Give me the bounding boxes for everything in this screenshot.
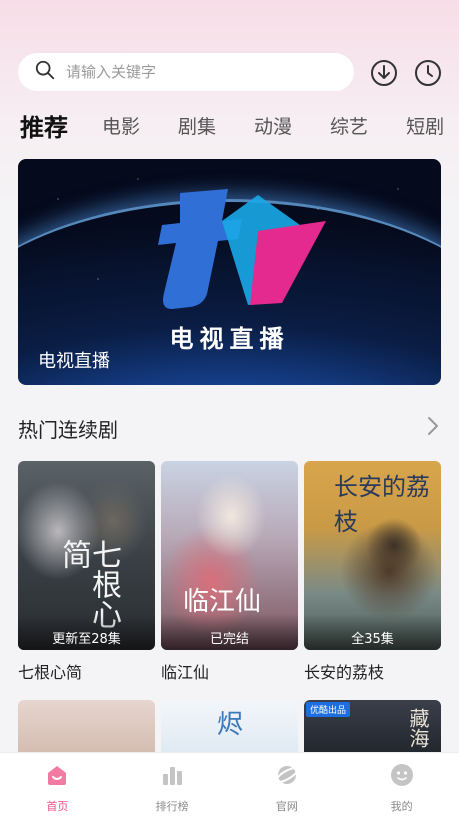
home-icon	[44, 762, 70, 792]
search-box[interactable]	[18, 53, 354, 91]
drama-title[interactable]: 临江仙	[161, 659, 298, 683]
history-clock-icon[interactable]	[414, 59, 442, 87]
chevron-right-icon[interactable]	[425, 415, 441, 441]
section-header[interactable]: 热门连续剧	[18, 414, 441, 442]
poster-title-art: 藏海	[406, 708, 430, 748]
search-icon	[34, 59, 56, 85]
drama-poster[interactable]	[18, 700, 155, 760]
tab-anime[interactable]: 动漫	[254, 112, 292, 139]
profile-icon	[389, 762, 415, 792]
drama-title[interactable]: 长安的荔枝	[304, 659, 441, 683]
drama-card[interactable]: 七根心简 更新至28集 七根心简	[18, 461, 155, 683]
episode-badge: 全35集	[304, 614, 441, 650]
drama-card-list-row2: 烬 优酷出品 藏海	[18, 700, 441, 760]
nav-ranking[interactable]: 排行榜	[115, 753, 230, 816]
nav-home[interactable]: 首页	[0, 753, 115, 816]
tab-series[interactable]: 剧集	[178, 112, 216, 139]
tv-logo-icon	[158, 189, 326, 309]
nav-label: 首页	[46, 800, 69, 813]
nav-label: 排行榜	[155, 800, 189, 813]
search-row	[18, 53, 441, 91]
bottom-nav: 首页 排行榜 官网 我的	[0, 752, 459, 816]
drama-card[interactable]: 临江仙 已完结 临江仙	[161, 461, 298, 683]
tab-short-drama[interactable]: 短剧	[406, 112, 444, 139]
download-icon[interactable]	[370, 59, 398, 87]
nav-label: 我的	[390, 800, 413, 813]
poster-title-art: 长安的荔枝	[334, 473, 430, 536]
nav-official-site[interactable]: 官网	[230, 753, 345, 816]
search-input[interactable]	[66, 63, 316, 81]
drama-poster[interactable]: 优酷出品 藏海	[304, 700, 441, 760]
drama-poster[interactable]: 临江仙 已完结	[161, 461, 298, 650]
drama-poster[interactable]: 长安的荔枝 全35集	[304, 461, 441, 650]
tab-variety[interactable]: 综艺	[330, 112, 368, 139]
section-title: 热门连续剧	[18, 417, 118, 442]
tab-recommend[interactable]: 推荐	[20, 108, 68, 143]
episode-badge: 更新至28集	[18, 614, 155, 650]
poster-title-art: 临江仙	[183, 587, 262, 617]
category-tabs: 推荐 电影 剧集 动漫 综艺 短剧	[20, 108, 459, 142]
poster-title-art: 烬	[217, 710, 244, 740]
banner-caption: 电视直播	[38, 351, 110, 372]
nav-label: 官网	[275, 800, 298, 813]
live-tv-banner[interactable]: 电视直播 电视直播	[18, 159, 441, 385]
drama-poster[interactable]: 七根心简 更新至28集	[18, 461, 155, 650]
drama-poster[interactable]: 烬	[161, 700, 298, 760]
episode-badge: 已完结	[161, 614, 298, 650]
planet-icon	[274, 762, 300, 792]
tab-movies[interactable]: 电影	[102, 112, 140, 139]
drama-card-list: 七根心简 更新至28集 七根心简 临江仙 已完结 临江仙 长安的荔枝 全35集 …	[18, 461, 441, 683]
nav-profile[interactable]: 我的	[344, 753, 459, 816]
drama-title[interactable]: 七根心简	[18, 659, 155, 683]
drama-card[interactable]: 长安的荔枝 全35集 长安的荔枝	[304, 461, 441, 683]
producer-tag: 优酷出品	[306, 702, 351, 717]
chart-icon	[159, 762, 185, 792]
